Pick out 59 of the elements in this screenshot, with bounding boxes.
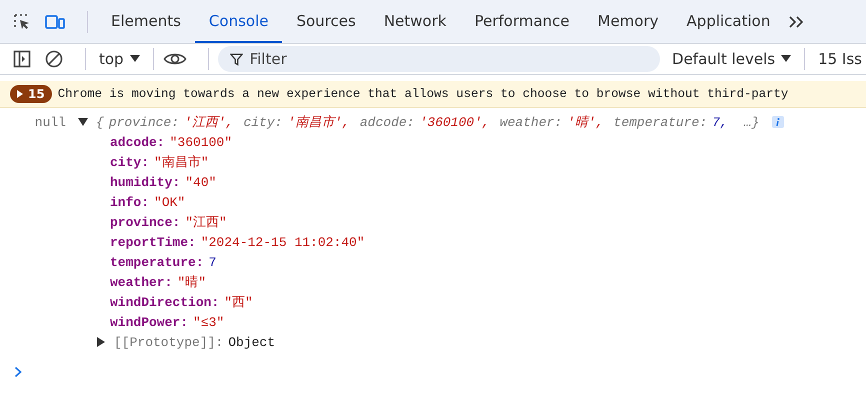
property-value: "360100" bbox=[170, 134, 232, 150]
prototype-key: [[Prototype]]: bbox=[114, 334, 224, 350]
property-key: reportTime: bbox=[110, 234, 196, 250]
brace: { bbox=[96, 114, 104, 130]
panel-tab[interactable]: Network bbox=[370, 0, 460, 43]
panel-tab[interactable]: Application bbox=[672, 0, 784, 43]
property-key: info: bbox=[110, 194, 150, 210]
property-key: windDirection: bbox=[110, 294, 220, 310]
property-key: humidity: bbox=[110, 174, 180, 190]
preview-key: weather: bbox=[500, 114, 562, 130]
sidebar-icon[interactable] bbox=[12, 49, 32, 69]
expand-triangle-icon[interactable] bbox=[96, 337, 106, 347]
property-key: windPower: bbox=[110, 314, 188, 330]
property-value: "江西" bbox=[185, 214, 227, 231]
property-value: "2024-12-15 11:02:40" bbox=[200, 234, 365, 250]
property-key: temperature: bbox=[110, 254, 204, 270]
panel-tab[interactable]: Sources bbox=[282, 0, 370, 43]
property-value: 7 bbox=[208, 254, 216, 270]
property-key: adcode: bbox=[110, 134, 165, 150]
panel-tab[interactable]: Elements bbox=[97, 0, 195, 43]
property-key: weather: bbox=[110, 274, 172, 290]
property-value: "≤3" bbox=[193, 314, 224, 330]
warning-message: Chrome is moving towards a new experience that allows users to choose to browse without third-party bbox=[58, 87, 788, 101]
preview-key: city: bbox=[243, 114, 282, 130]
caret-icon bbox=[130, 55, 140, 63]
property-key: city: bbox=[110, 154, 150, 170]
info-icon[interactable] bbox=[772, 116, 784, 128]
panel-tab[interactable]: Performance bbox=[460, 0, 584, 43]
preview-value: '晴', bbox=[567, 114, 604, 131]
property-value: "OK" bbox=[154, 194, 186, 210]
play-icon bbox=[17, 90, 23, 98]
context-dropdown[interactable]: top bbox=[95, 50, 144, 68]
issues-button[interactable]: 15 Iss bbox=[814, 50, 866, 68]
ellipsis-brace: …} bbox=[744, 114, 760, 130]
expand-triangle-icon[interactable] bbox=[78, 117, 88, 127]
filter-field[interactable]: Filter bbox=[218, 46, 660, 72]
property-value: "40" bbox=[185, 174, 216, 190]
prompt-chevron-icon[interactable] bbox=[14, 366, 22, 378]
issue-count-badge[interactable]: 15 bbox=[10, 85, 52, 103]
more-tabs-icon[interactable] bbox=[788, 14, 804, 28]
property-value: "西" bbox=[224, 294, 253, 311]
preview-value: 7, bbox=[712, 114, 728, 130]
caret-icon bbox=[781, 55, 792, 63]
preview-value: '360100', bbox=[419, 114, 490, 130]
property-value: "晴" bbox=[177, 274, 206, 291]
clear-icon[interactable] bbox=[44, 49, 64, 69]
panel-tab[interactable]: Console bbox=[194, 0, 282, 43]
preview-value: '南昌市', bbox=[287, 114, 350, 131]
preview-key: adcode: bbox=[360, 114, 414, 130]
property-key: province: bbox=[110, 214, 180, 230]
property-value: "南昌市" bbox=[154, 154, 209, 171]
preview-value: '江西', bbox=[184, 114, 234, 131]
log-prefix: null bbox=[34, 114, 66, 130]
panel-tab[interactable]: Memory bbox=[584, 0, 673, 43]
filter-icon bbox=[230, 53, 243, 66]
prototype-value: Object bbox=[228, 334, 276, 350]
preview-key: temperature: bbox=[614, 114, 708, 130]
preview-key: province: bbox=[108, 114, 180, 130]
levels-dropdown[interactable]: Default levels bbox=[668, 50, 796, 68]
